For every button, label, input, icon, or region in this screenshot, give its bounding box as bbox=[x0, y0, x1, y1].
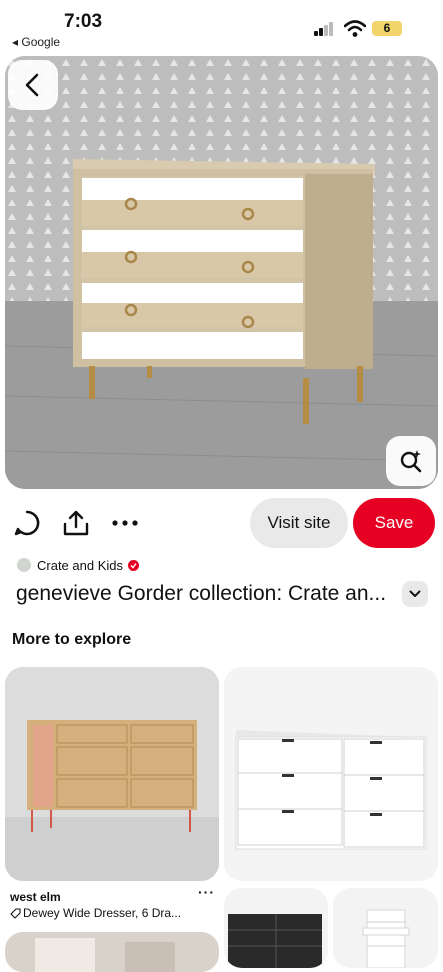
more-icon bbox=[112, 520, 138, 526]
dresser-image bbox=[5, 667, 219, 881]
card-subtitle-text: Dewey Wide Dresser, 6 Dra... bbox=[23, 906, 182, 920]
pin-card[interactable] bbox=[5, 667, 219, 881]
visual-search-icon bbox=[400, 450, 422, 473]
wifi-icon bbox=[343, 20, 367, 43]
pin-card[interactable] bbox=[333, 888, 438, 968]
cellular-signal-icon bbox=[314, 22, 336, 36]
price-tag-icon bbox=[10, 907, 21, 919]
status-bar: 7:03 ◂ Google 6 bbox=[0, 0, 443, 52]
comment-icon bbox=[14, 510, 40, 536]
visit-site-button[interactable]: Visit site bbox=[250, 498, 348, 548]
avatar bbox=[17, 558, 31, 572]
verified-badge-icon bbox=[128, 559, 139, 571]
more-options-button[interactable] bbox=[110, 508, 140, 538]
drawer-cabinet-image bbox=[333, 888, 438, 968]
battery-indicator: 6 bbox=[372, 21, 402, 36]
pin-card[interactable] bbox=[5, 932, 219, 972]
dresser-photo bbox=[5, 56, 438, 489]
black-dresser-image bbox=[224, 888, 328, 968]
card-subtitle[interactable]: Dewey Wide Dresser, 6 Dra... bbox=[10, 906, 181, 920]
chevron-left-icon bbox=[25, 73, 39, 97]
visual-search-button[interactable] bbox=[386, 436, 436, 486]
creator-name: Crate and Kids bbox=[37, 557, 123, 573]
save-button[interactable]: Save bbox=[353, 498, 435, 548]
chevron-down-icon bbox=[409, 590, 421, 597]
back-to-google-link[interactable]: ◂ Google bbox=[12, 35, 60, 49]
comment-button[interactable] bbox=[12, 508, 42, 538]
card-brand: west elm bbox=[10, 890, 61, 904]
pin-title: genevieve Gorder collection: Crate an... bbox=[16, 582, 387, 605]
pin-actions: Visit site Save bbox=[0, 498, 443, 550]
white-dresser-image bbox=[224, 667, 438, 881]
card-more-button[interactable]: ··· bbox=[198, 884, 215, 900]
back-button[interactable] bbox=[8, 60, 58, 110]
status-time: 7:03 bbox=[64, 11, 103, 32]
share-button[interactable] bbox=[61, 508, 91, 538]
creator-link[interactable]: Crate and Kids bbox=[17, 556, 139, 574]
pin-card[interactable] bbox=[224, 888, 328, 968]
pin-image[interactable] bbox=[5, 56, 438, 489]
expand-details-button[interactable] bbox=[402, 581, 428, 607]
share-icon bbox=[63, 510, 89, 536]
pin-card[interactable] bbox=[224, 667, 438, 881]
section-heading: More to explore bbox=[12, 631, 132, 648]
room-image bbox=[5, 932, 219, 972]
